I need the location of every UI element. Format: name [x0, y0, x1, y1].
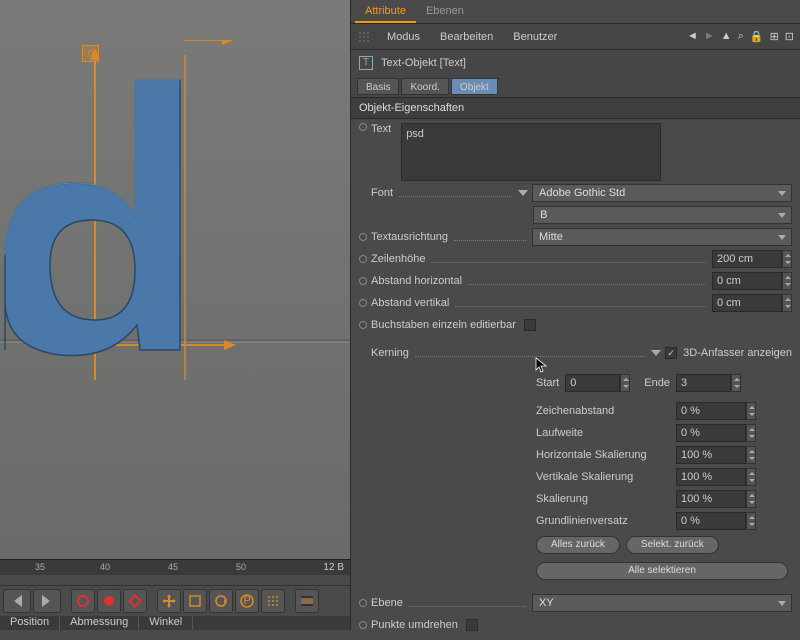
font-dropdown[interactable]: Adobe Gothic Std: [532, 184, 792, 202]
keyframe-button[interactable]: [123, 589, 147, 613]
baseline-input[interactable]: 0 %: [676, 512, 746, 530]
vspace-input[interactable]: 0 cm: [712, 294, 782, 312]
frame-indicator: 12 B: [323, 562, 344, 573]
search-icon[interactable]: ⌕: [738, 30, 744, 43]
subtabs: Basis Koord. Objekt: [351, 76, 800, 98]
align-dropdown[interactable]: Mitte: [532, 228, 792, 246]
object-title: Text-Objekt [Text]: [381, 57, 466, 69]
text-input[interactable]: [401, 123, 661, 181]
tracking-input[interactable]: 0 %: [676, 402, 746, 420]
scale-label: Skalierung: [536, 493, 676, 505]
nav-fwd-icon[interactable]: ►: [704, 30, 715, 43]
text-label: Text: [371, 123, 391, 135]
start-input[interactable]: 0: [565, 374, 620, 392]
hspace-label: Abstand horizontal: [371, 275, 462, 287]
nav-back-icon[interactable]: ◄: [687, 30, 698, 43]
move-tool-button[interactable]: [157, 589, 181, 613]
status-bar: Position Abmessung Winkel: [0, 616, 350, 630]
svg-text:P: P: [243, 595, 250, 607]
viewport-content: [0, 40, 350, 390]
chevron-down-icon[interactable]: [651, 350, 661, 356]
tab-attribute[interactable]: Attribute: [355, 0, 416, 23]
end-label: Ende: [644, 377, 670, 389]
chevron-down-icon[interactable]: [518, 190, 528, 196]
hscale-label: Horizontale Skalierung: [536, 449, 676, 461]
vscale-label: Vertikale Skalierung: [536, 471, 676, 483]
run-label: Laufweite: [536, 427, 676, 439]
goto-end-button[interactable]: [33, 589, 61, 613]
tracking-label: Zeichenabstand: [536, 405, 676, 417]
select-all-button[interactable]: Alle selektieren: [536, 562, 788, 580]
param-tool-button[interactable]: P: [235, 589, 259, 613]
run-input[interactable]: 0 %: [676, 424, 746, 442]
timeline-ruler[interactable]: 35 40 45 50 12 B: [0, 559, 350, 575]
scale-tool-button[interactable]: [183, 589, 207, 613]
rotate-tool-button[interactable]: [209, 589, 233, 613]
lineheight-label: Zeilenhöhe: [371, 253, 425, 265]
tab-layers[interactable]: Ebenen: [416, 0, 474, 23]
show3d-checkbox[interactable]: ✓: [665, 347, 677, 359]
grip-icon: [357, 30, 371, 44]
plane-dropdown[interactable]: XY: [532, 594, 792, 612]
menu-benutzer[interactable]: Benutzer: [503, 31, 567, 43]
bullet-icon: [359, 123, 367, 131]
hspace-input[interactable]: 0 cm: [712, 272, 782, 290]
grid-tool-button[interactable]: [261, 589, 285, 613]
vspace-label: Abstand vertikal: [371, 297, 449, 309]
reset-all-button[interactable]: Alles zurück: [536, 536, 620, 554]
goto-start-button[interactable]: [3, 589, 31, 613]
editable-checkbox[interactable]: [524, 319, 536, 331]
object-header: T Text-Objekt [Text]: [351, 50, 800, 76]
attribute-panel: Attribute Ebenen Modus Bearbeiten Benutz…: [350, 0, 800, 630]
subtab-koord[interactable]: Koord.: [401, 78, 448, 95]
align-label: Textausrichtung: [371, 231, 448, 243]
subtab-basis[interactable]: Basis: [357, 78, 399, 95]
menu-bearbeiten[interactable]: Bearbeiten: [430, 31, 503, 43]
baseline-label: Grundlinienversatz: [536, 515, 676, 527]
menu-modus[interactable]: Modus: [377, 31, 430, 43]
font-label: Font: [371, 187, 393, 199]
plane-label: Ebene: [371, 597, 403, 609]
show3d-label: 3D-Anfasser anzeigen: [683, 347, 792, 359]
text-object-icon: T: [359, 56, 373, 70]
panel-tabs: Attribute Ebenen: [351, 0, 800, 24]
section-title: Objekt-Eigenschaften: [351, 98, 800, 119]
reset-sel-button[interactable]: Selekt. zurück: [626, 536, 719, 554]
autokey-button[interactable]: [97, 589, 121, 613]
subtab-objekt[interactable]: Objekt: [451, 78, 498, 95]
record-button[interactable]: [71, 589, 95, 613]
nav-up-icon[interactable]: ▲: [721, 30, 732, 43]
reverse-label: Punkte umdrehen: [371, 619, 458, 631]
end-input[interactable]: 3: [676, 374, 731, 392]
panel-menubar: Modus Bearbeiten Benutzer ◄ ► ▲ ⌕ 🔒 ⊞ ⊡: [351, 24, 800, 50]
spinner-icon[interactable]: [782, 250, 792, 268]
reverse-checkbox[interactable]: [466, 619, 478, 631]
playback-toolbar: P: [0, 585, 350, 615]
vscale-input[interactable]: 100 %: [676, 468, 746, 486]
movie-button[interactable]: [295, 589, 319, 613]
new-icon[interactable]: ⊞: [770, 30, 779, 43]
scale-input[interactable]: 100 %: [676, 490, 746, 508]
selection-char-badge: d: [82, 45, 99, 62]
font-weight-dropdown[interactable]: B: [533, 206, 792, 224]
lineheight-input[interactable]: 200 cm: [712, 250, 782, 268]
kerning-label: Kerning: [371, 347, 409, 359]
start-label: Start: [536, 377, 559, 389]
expand-icon[interactable]: ⊡: [785, 30, 794, 43]
hscale-input[interactable]: 100 %: [676, 446, 746, 464]
lock-icon[interactable]: 🔒: [750, 30, 764, 43]
viewport-3d[interactable]: d: [0, 0, 350, 559]
editable-label: Buchstaben einzeln editierbar: [371, 319, 516, 331]
